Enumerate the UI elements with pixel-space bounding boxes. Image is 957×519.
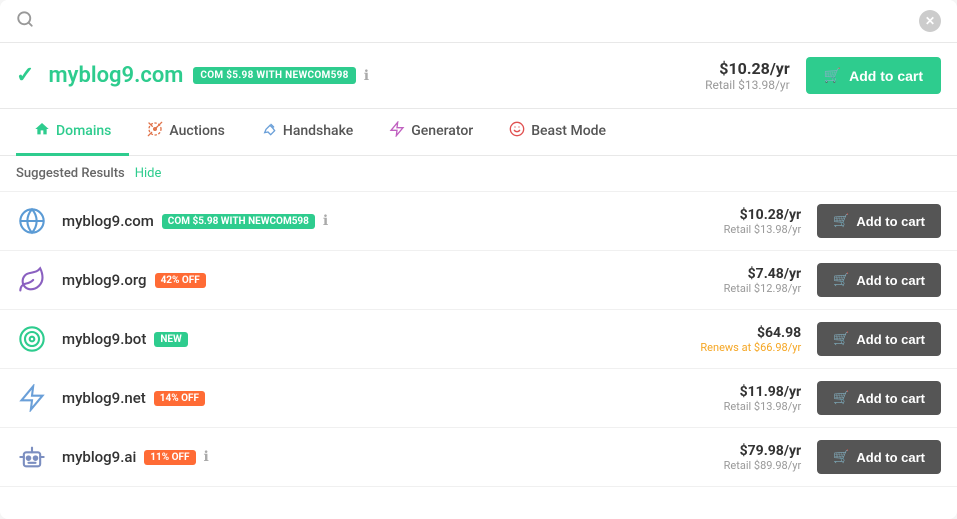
domain-name: myblog9.ai	[62, 448, 136, 466]
tab-handshake[interactable]: Handshake	[243, 109, 371, 156]
tab-generator-label: Generator	[411, 123, 473, 139]
domain-icon	[16, 382, 48, 414]
domain-name: myblog9.com	[62, 212, 154, 230]
domain-pricing: $79.98/yr Retail $89.98/yr	[724, 443, 802, 472]
domain-icon	[16, 264, 48, 296]
cart-icon: 🛒	[833, 213, 849, 229]
search-icon	[16, 10, 34, 32]
tabs-bar: Domains Auctions Handshake	[0, 109, 957, 156]
tab-domains[interactable]: Domains	[16, 109, 129, 156]
featured-add-to-cart-label: Add to cart	[849, 68, 923, 84]
add-to-cart-button[interactable]: 🛒 Add to cart	[817, 263, 941, 297]
cart-icon: 🛒	[833, 272, 849, 288]
domain-name: myblog9.bot	[62, 330, 146, 348]
domain-pricing: $7.48/yr Retail $12.98/yr	[724, 266, 802, 295]
featured-price: $10.28/yr	[705, 59, 790, 78]
domain-price: $79.98/yr	[724, 443, 802, 459]
domain-price: $10.28/yr	[724, 207, 802, 223]
domain-info: myblog9.net 14% OFF	[62, 389, 724, 407]
tab-auctions[interactable]: Auctions	[129, 109, 242, 156]
domain-price: $7.48/yr	[724, 266, 802, 282]
promo-badge: COM $5.98 WITH NEWCOM598	[162, 214, 315, 229]
search-input[interactable]: myblog9	[44, 12, 919, 30]
domain-name: myblog9.net	[62, 389, 146, 407]
domain-icon	[16, 323, 48, 355]
cart-icon: 🛒	[833, 390, 849, 406]
domain-price: $11.98/yr	[724, 384, 802, 400]
results-list: myblog9.com COM $5.98 WITH NEWCOM598 ℹ $…	[0, 192, 957, 487]
auctions-tab-icon	[147, 121, 163, 141]
search-bar: myblog9 ✕	[0, 0, 957, 43]
tab-beast-mode-label: Beast Mode	[531, 123, 606, 139]
featured-info-icon[interactable]: ℹ	[364, 68, 369, 84]
domain-name: myblog9.org	[62, 271, 147, 289]
info-icon[interactable]: ℹ	[204, 449, 209, 465]
table-row: myblog9.com COM $5.98 WITH NEWCOM598 ℹ $…	[0, 192, 957, 251]
featured-domain-name: myblog9.com	[48, 63, 183, 88]
featured-promo-badge: COM $5.98 WITH NEWCOM598	[193, 67, 355, 84]
tab-beast-mode[interactable]: Beast Mode	[491, 109, 624, 156]
off-badge: 14% OFF	[154, 391, 205, 406]
suggested-label: Suggested Results	[16, 166, 125, 181]
hide-link[interactable]: Hide	[135, 166, 162, 181]
add-to-cart-button[interactable]: 🛒 Add to cart	[817, 322, 941, 356]
off-badge: 11% OFF	[144, 450, 195, 465]
new-badge: NEW	[154, 332, 187, 347]
generator-tab-icon	[389, 121, 405, 141]
table-row: myblog9.ai 11% OFF ℹ $79.98/yr Retail $8…	[0, 428, 957, 487]
domain-price: $64.98	[700, 325, 801, 341]
domains-tab-icon	[34, 121, 50, 141]
domain-info: myblog9.bot NEW	[62, 330, 700, 348]
table-row: myblog9.net 14% OFF $11.98/yr Retail $13…	[0, 369, 957, 428]
add-to-cart-button[interactable]: 🛒 Add to cart	[817, 204, 941, 238]
tab-handshake-label: Handshake	[283, 123, 353, 139]
cart-icon: 🛒	[824, 67, 841, 84]
tab-generator[interactable]: Generator	[371, 109, 491, 156]
tab-domains-label: Domains	[56, 123, 111, 139]
info-icon[interactable]: ℹ	[323, 213, 328, 229]
add-to-cart-button[interactable]: 🛒 Add to cart	[817, 440, 941, 474]
add-to-cart-label: Add to cart	[856, 450, 925, 465]
domain-icon	[16, 441, 48, 473]
cart-icon: 🛒	[833, 449, 849, 465]
domain-info: myblog9.ai 11% OFF ℹ	[62, 448, 724, 466]
domain-retail: Retail $13.98/yr	[724, 223, 802, 236]
domain-retail: Retail $12.98/yr	[724, 282, 802, 295]
search-clear-button[interactable]: ✕	[919, 10, 941, 32]
handshake-tab-icon	[261, 121, 277, 141]
domain-retail: Retail $13.98/yr	[724, 400, 802, 413]
featured-add-to-cart-button[interactable]: 🛒 Add to cart	[806, 57, 941, 94]
domain-info: myblog9.org 42% OFF	[62, 271, 724, 289]
featured-retail: Retail $13.98/yr	[705, 78, 790, 92]
table-row: myblog9.bot NEW $64.98 Renews at $66.98/…	[0, 310, 957, 369]
domain-info: myblog9.com COM $5.98 WITH NEWCOM598 ℹ	[62, 212, 724, 230]
featured-result: ✓ myblog9.com COM $5.98 WITH NEWCOM598 ℹ…	[0, 43, 957, 109]
featured-pricing: $10.28/yr Retail $13.98/yr	[705, 59, 790, 92]
domain-icon	[16, 205, 48, 237]
add-to-cart-label: Add to cart	[856, 391, 925, 406]
domain-renews: Renews at $66.98/yr	[700, 341, 801, 354]
domain-pricing: $11.98/yr Retail $13.98/yr	[724, 384, 802, 413]
domain-pricing: $10.28/yr Retail $13.98/yr	[724, 207, 802, 236]
add-to-cart-label: Add to cart	[856, 273, 925, 288]
tab-auctions-label: Auctions	[169, 123, 224, 139]
page-wrapper: myblog9 ✕ ✓ myblog9.com COM $5.98 WITH N…	[0, 0, 957, 519]
check-icon: ✓	[16, 63, 34, 88]
add-to-cart-button[interactable]: 🛒 Add to cart	[817, 381, 941, 415]
domain-pricing: $64.98 Renews at $66.98/yr	[700, 325, 801, 354]
beast-mode-tab-icon	[509, 121, 525, 141]
suggested-header: Suggested Results Hide	[0, 156, 957, 192]
cart-icon: 🛒	[833, 331, 849, 347]
off-badge: 42% OFF	[155, 273, 206, 288]
domain-retail: Retail $89.98/yr	[724, 459, 802, 472]
add-to-cart-label: Add to cart	[856, 332, 925, 347]
table-row: myblog9.org 42% OFF $7.48/yr Retail $12.…	[0, 251, 957, 310]
add-to-cart-label: Add to cart	[856, 214, 925, 229]
